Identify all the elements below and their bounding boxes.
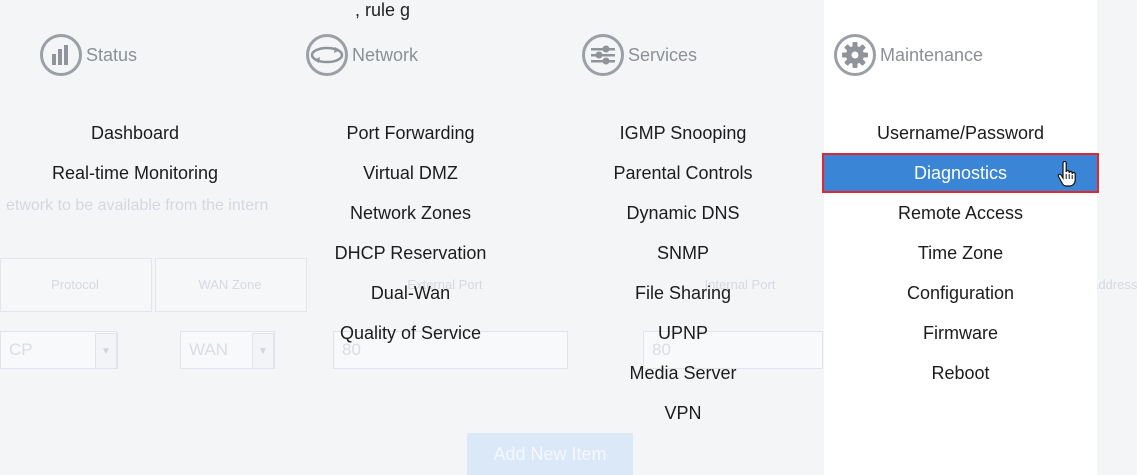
menu-item-virtual-dmz[interactable]: Virtual DMZ	[298, 153, 523, 193]
menu-item-username-password[interactable]: Username/Password	[824, 113, 1097, 153]
network-items: Port Forwarding Virtual DMZ Network Zone…	[298, 113, 523, 353]
menu-item-time-zone[interactable]: Time Zone	[824, 233, 1097, 273]
menu-header-maintenance[interactable]: Maintenance	[834, 34, 983, 76]
menu-item-firmware[interactable]: Firmware	[824, 313, 1097, 353]
network-icon	[306, 34, 348, 76]
menu-item-real-time-monitoring[interactable]: Real-time Monitoring	[0, 153, 270, 193]
menu-item-upnp[interactable]: UPNP	[568, 313, 798, 353]
menu-item-dashboard[interactable]: Dashboard	[0, 113, 270, 153]
menu-item-dhcp-reservation[interactable]: DHCP Reservation	[298, 233, 523, 273]
menu-title-status: Status	[86, 44, 138, 65]
menu-header-network[interactable]: Network	[306, 34, 418, 76]
services-icon	[582, 34, 624, 76]
menu-item-port-forwarding[interactable]: Port Forwarding	[298, 113, 523, 153]
gear-icon	[834, 34, 876, 76]
menu-header-status[interactable]: Status	[40, 34, 137, 76]
menu-item-network-zones[interactable]: Network Zones	[298, 193, 523, 233]
menu-item-quality-of-service[interactable]: Quality of Service	[298, 313, 523, 353]
menu-item-parental-controls[interactable]: Parental Controls	[568, 153, 798, 193]
menu-column-services: Services IGMP Snooping Parental Controls…	[568, 0, 798, 475]
menu-column-network: Network Port Forwarding Virtual DMZ Netw…	[298, 0, 523, 475]
menu-item-snmp[interactable]: SNMP	[568, 233, 798, 273]
menu-item-configuration[interactable]: Configuration	[824, 273, 1097, 313]
menu-title-services: Services	[628, 44, 698, 65]
bar-chart-icon	[40, 34, 82, 76]
menu-column-maintenance: Maintenance Username/Password Diagnostic…	[822, 0, 1099, 475]
menu-item-igmp-snooping[interactable]: IGMP Snooping	[568, 113, 798, 153]
status-items: Dashboard Real-time Monitoring	[0, 113, 270, 193]
menu-item-vpn[interactable]: VPN	[568, 393, 798, 433]
menu-item-dynamic-dns[interactable]: Dynamic DNS	[568, 193, 798, 233]
menu-item-media-server[interactable]: Media Server	[568, 353, 798, 393]
menu-title-network: Network	[352, 44, 419, 65]
menu-column-status: Status Dashboard Real-time Monitoring	[0, 0, 270, 475]
menu-title-maintenance: Maintenance	[880, 44, 984, 65]
menu-header-services[interactable]: Services	[582, 34, 697, 76]
header-address: Address	[1089, 276, 1137, 292]
menu-item-remote-access[interactable]: Remote Access	[824, 193, 1097, 233]
menu-item-dual-wan[interactable]: Dual-Wan	[298, 273, 523, 313]
menu-item-file-sharing[interactable]: File Sharing	[568, 273, 798, 313]
maintenance-items: Username/Password Diagnostics Remote Acc…	[822, 113, 1099, 393]
menu-item-reboot[interactable]: Reboot	[824, 353, 1097, 393]
services-items: IGMP Snooping Parental Controls Dynamic …	[568, 113, 798, 433]
hand-pointer-cursor-icon	[1057, 160, 1077, 199]
menu-item-diagnostics[interactable]: Diagnostics	[822, 153, 1099, 193]
menu-item-diagnostics-label: Diagnostics	[913, 163, 1008, 183]
